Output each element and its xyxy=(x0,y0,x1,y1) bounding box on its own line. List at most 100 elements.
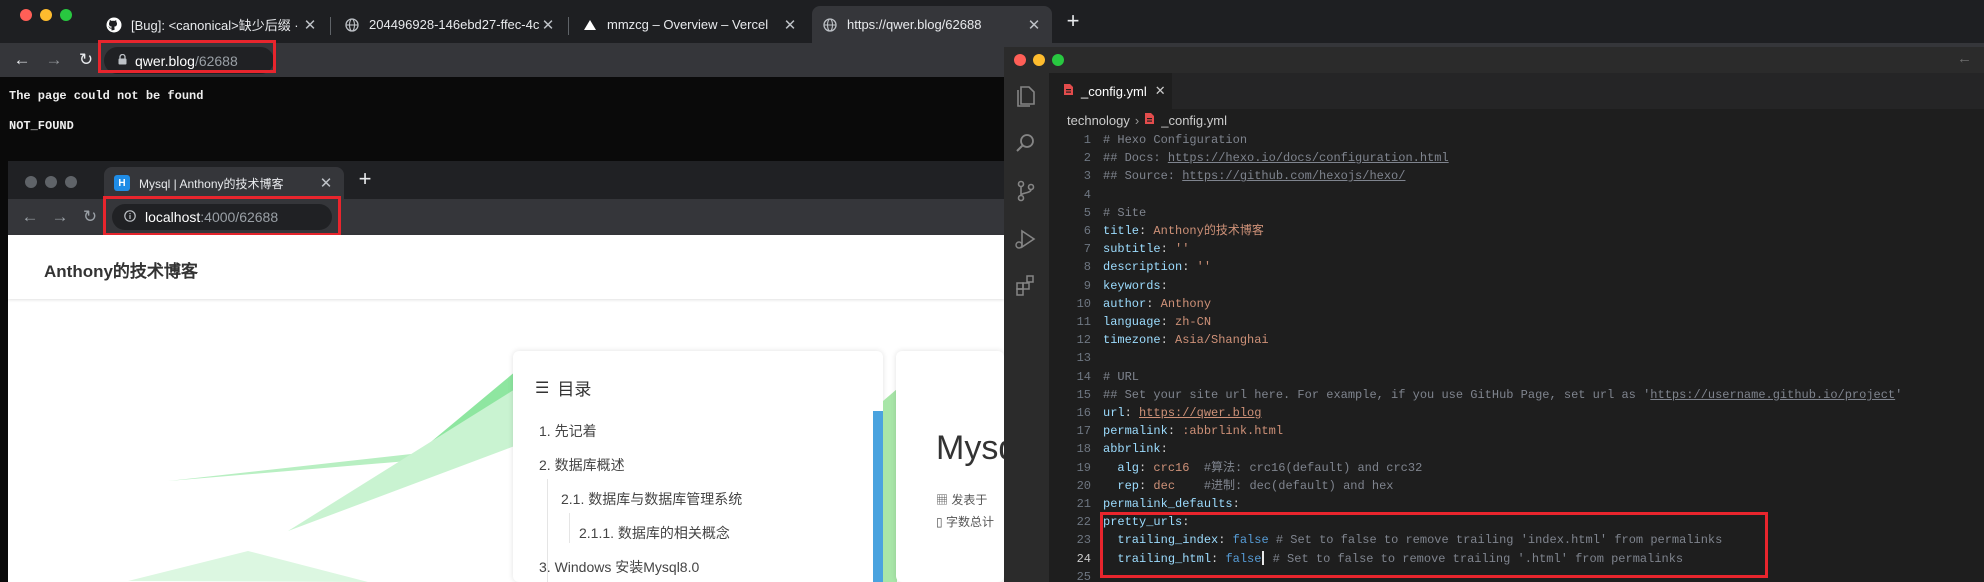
zoom-window-button[interactable] xyxy=(60,9,72,21)
code-line[interactable]: 10 author: Anthony xyxy=(1049,295,1984,313)
back-arrow-icon[interactable]: ← xyxy=(10,48,34,72)
toc-indent-line xyxy=(569,513,570,543)
toc-item[interactable]: 2.1. 数据库与数据库管理系统 xyxy=(561,489,742,509)
code-token: description xyxy=(1103,260,1183,275)
code-line[interactable]: 17 permalink: :abbrlink.html xyxy=(1049,422,1984,440)
calendar-icon: ▦ xyxy=(936,493,949,507)
code-token: : xyxy=(1167,424,1183,439)
line-number: 17 xyxy=(1076,424,1091,439)
code-token: : xyxy=(1160,333,1176,348)
main-browser-tabstrip: [Bug]: <canonical>缺少后缀 · Is ✕ 204496928-… xyxy=(0,0,1984,43)
minimize-window-button[interactable] xyxy=(40,9,52,21)
globe-icon xyxy=(822,17,838,33)
breadcrumb-folder[interactable]: technology xyxy=(1067,113,1130,128)
article-title: Mysq xyxy=(936,429,1004,467)
forward-arrow-icon[interactable]: → xyxy=(42,48,66,72)
line-number: 23 xyxy=(1076,533,1091,548)
code-line[interactable]: 6 title: Anthony的技术博客 xyxy=(1049,222,1984,240)
code-token: subtitle xyxy=(1103,242,1161,257)
zoom-window-button[interactable] xyxy=(65,176,77,188)
browser-tab-vercel[interactable]: mmzcg – Overview – Vercel ✕ xyxy=(572,6,808,43)
code-token: # URL xyxy=(1103,369,1140,384)
close-tab-icon[interactable]: ✕ xyxy=(302,16,318,34)
close-tab-icon[interactable]: ✕ xyxy=(540,16,556,34)
source-control-icon[interactable] xyxy=(1012,177,1040,205)
blog-title[interactable]: Anthony的技术博客 xyxy=(44,257,198,282)
code-token: url xyxy=(1103,406,1125,420)
code-line[interactable]: 14 # URL xyxy=(1049,368,1984,386)
code-token: author xyxy=(1103,296,1147,311)
close-window-button[interactable] xyxy=(20,9,32,21)
code-line[interactable]: 4 xyxy=(1049,186,1984,204)
explorer-icon[interactable] xyxy=(1012,81,1040,109)
line-number: 25 xyxy=(1076,569,1091,582)
minimize-window-button[interactable] xyxy=(1033,54,1045,66)
browser-tab-mysql[interactable]: H Mysql | Anthony的技术博客 ✕ xyxy=(104,167,344,199)
new-tab-button[interactable]: + xyxy=(1060,9,1086,35)
code-token: : xyxy=(1160,242,1176,257)
inner-browser-window: H Mysql | Anthony的技术博客 ✕ + ← → ↻ localho… xyxy=(8,161,1004,582)
line-number: 10 xyxy=(1076,296,1091,311)
back-arrow-icon[interactable]: ← xyxy=(1957,50,1972,67)
code-line[interactable]: 16 url: https://qwer.blog xyxy=(1049,404,1984,422)
back-arrow-icon[interactable]: ← xyxy=(18,205,42,229)
close-tab-icon[interactable]: ✕ xyxy=(782,16,798,34)
line-number: 11 xyxy=(1076,315,1091,329)
list-icon: ☰ xyxy=(535,379,550,397)
highlight-box-main-url xyxy=(98,40,276,73)
toc-item[interactable]: 3. Windows 安装Mysql8.0 xyxy=(539,557,699,577)
code-token: Anthony xyxy=(1160,296,1212,311)
code-line[interactable]: 9 keywords: xyxy=(1049,277,1984,295)
code-line[interactable]: 1 # Hexo Configuration xyxy=(1049,131,1984,149)
breadcrumb-file[interactable]: _config.yml xyxy=(1161,113,1227,128)
code-line[interactable]: 21 permalink_defaults: xyxy=(1049,495,1984,513)
reload-icon[interactable]: ↻ xyxy=(78,205,102,229)
toc-item[interactable]: 2. 数据库概述 xyxy=(539,455,625,475)
code-token: alg xyxy=(1117,460,1140,475)
run-debug-icon[interactable] xyxy=(1012,225,1040,253)
code-token: : xyxy=(1160,315,1176,329)
code-line[interactable]: 8 description: '' xyxy=(1049,258,1984,276)
meta-wordcount: ▯ 字数总计 xyxy=(936,515,994,529)
code-line[interactable]: 12 timezone: Asia/Shanghai xyxy=(1049,331,1984,349)
zoom-window-button[interactable] xyxy=(1052,54,1064,66)
new-tab-button[interactable]: + xyxy=(352,167,378,193)
code-line[interactable]: 18 abbrlink: xyxy=(1049,440,1984,458)
breadcrumb: technology › _config.yml xyxy=(1049,109,1984,131)
minimize-window-button[interactable] xyxy=(45,176,57,188)
toc-item[interactable]: 2.1.1. 数据库的相关概念 xyxy=(579,523,730,543)
reload-icon[interactable]: ↻ xyxy=(74,48,98,72)
code-line[interactable]: 19 alg: crc16 #算法: crc16(default) and cr… xyxy=(1049,459,1984,477)
close-tab-icon[interactable]: ✕ xyxy=(1026,16,1042,34)
close-window-button[interactable] xyxy=(25,176,37,188)
code-token: #算法: crc16(default) and crc32 xyxy=(1203,460,1423,475)
error-message: The page could not be found xyxy=(9,89,204,103)
code-line[interactable]: 7 subtitle: '' xyxy=(1049,240,1984,258)
code-line[interactable]: 13 xyxy=(1049,349,1984,367)
code-line[interactable]: 15 ## Set your site url here. For example… xyxy=(1049,386,1984,404)
close-tab-icon[interactable]: ✕ xyxy=(318,174,334,192)
browser-tab-qwer-blog[interactable]: https://qwer.blog/62688 ✕ xyxy=(812,6,1052,43)
line-number: 22 xyxy=(1076,515,1091,530)
code-token: : xyxy=(1160,278,1168,293)
close-tab-icon[interactable]: ✕ xyxy=(1155,83,1166,99)
line-number: 1 xyxy=(1083,133,1091,147)
toc-item[interactable]: 1. 先记着 xyxy=(539,421,597,441)
forward-arrow-icon[interactable]: → xyxy=(48,205,72,229)
browser-tab-github[interactable]: [Bug]: <canonical>缺少后缀 · Is ✕ xyxy=(96,6,328,43)
extensions-icon[interactable] xyxy=(1012,271,1040,299)
editor-tab-config[interactable]: _config.yml ✕ xyxy=(1049,73,1172,109)
code-content: ## Docs: https://hexo.io/docs/configurat… xyxy=(1103,149,1449,167)
code-line[interactable]: 5 # Site xyxy=(1049,204,1984,222)
search-icon[interactable] xyxy=(1012,129,1040,157)
yaml-file-icon xyxy=(1063,83,1074,99)
code-line[interactable]: 11 language: zh-CN xyxy=(1049,313,1984,331)
browser-tab-image[interactable]: 204496928-146ebd27-ffec-4c ✕ xyxy=(334,6,566,43)
code-line[interactable]: 20 rep: dec #进制: dec(default) and hex xyxy=(1049,477,1984,495)
close-window-button[interactable] xyxy=(1014,54,1026,66)
code-token: ## Source: xyxy=(1103,169,1183,184)
code-token: title xyxy=(1103,224,1140,238)
code-line[interactable]: 3 ## Source: https://github.com/hexojs/he… xyxy=(1049,167,1984,185)
code-content: subtitle: '' xyxy=(1103,240,1189,258)
code-line[interactable]: 2 ## Docs: https://hexo.io/docs/configura… xyxy=(1049,149,1984,167)
